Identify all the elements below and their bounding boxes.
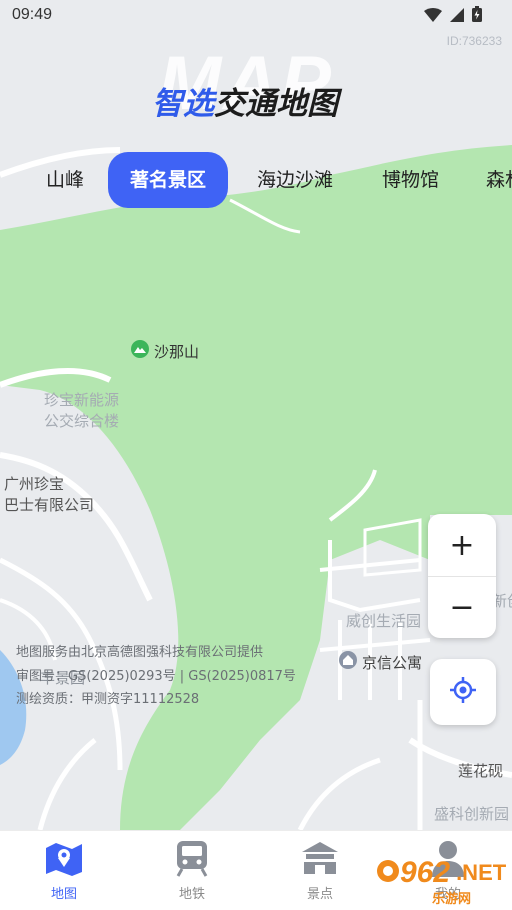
poi-apartment[interactable]: 京信公寓 (338, 650, 422, 674)
nav-label-landmark: 景点 (306, 887, 333, 902)
apartment-pin-icon (338, 650, 358, 674)
tab-mountain[interactable]: 山峰 (46, 152, 84, 208)
label-bus-station-line2: 公交综合楼 (44, 412, 120, 430)
tab-forest[interactable]: 森林 (486, 152, 512, 208)
attribution-line-1: 地图服务由北京高德图强科技有限公司提供 (16, 645, 264, 660)
status-time: 09:49 (12, 6, 53, 23)
signal-icon (450, 7, 464, 26)
watermark-962: 962 .NET 乐游网 (376, 856, 507, 907)
app-title: 智选交通地图 (152, 78, 338, 123)
app-title-accent: 智选 (152, 86, 214, 122)
label-bus-station: 珍宝新能源公交综合楼 (44, 390, 119, 432)
nav-item-landmark[interactable]: 景点 (256, 831, 384, 910)
status-bar: 09:49 (0, 0, 512, 32)
label-bus-station-line1: 珍宝新能源 (44, 391, 120, 409)
device-id-tag: ID:736233 (446, 34, 502, 48)
locate-icon (449, 676, 477, 708)
zoom-control: + − (428, 514, 496, 638)
app-title-rest: 交通地图 (214, 86, 338, 122)
watermark-num: 962 (400, 856, 451, 889)
tab-museum[interactable]: 博物馆 (382, 152, 439, 208)
wifi-icon (424, 7, 442, 26)
watermark-logo-icon (376, 859, 400, 887)
label-road: 莲花砚 (458, 762, 504, 780)
map-view[interactable]: MAP 智选交通地图 山峰 著名景区 海边沙滩 博物馆 森林 沙那山 珍宝新能源… (0, 0, 512, 830)
nav-label-map: 地图 (50, 887, 77, 902)
tab-beach[interactable]: 海边沙滩 (257, 152, 333, 208)
battery-icon (472, 6, 482, 26)
status-icons (424, 6, 482, 26)
mountain-pin-icon (130, 339, 150, 363)
attribution-line-3: 测绘资质：甲测资字11112528 (16, 692, 200, 707)
label-company-line2: 巴士有限公司 (4, 496, 95, 514)
nav-label-metro: 地铁 (178, 887, 205, 902)
attribution-line-2: 审图号：GS(2025)0293号 | GS(2025)0817号 (16, 669, 296, 684)
map-icon (44, 839, 84, 877)
poi-apartment-label: 京信公寓 (362, 653, 423, 672)
metro-icon (174, 839, 210, 877)
nav-item-map[interactable]: 地图 (0, 831, 128, 910)
poi-mountain-label: 沙那山 (154, 342, 200, 361)
tab-famous-scenic[interactable]: 著名景区 (108, 152, 229, 208)
label-community: 威创生活园 (346, 612, 422, 630)
label-company-line1: 广州珍宝 (4, 475, 65, 493)
watermark-net: .NET (456, 860, 507, 885)
poi-mountain[interactable]: 沙那山 (130, 339, 199, 363)
watermark-cn: 乐游网 (432, 892, 472, 907)
zoom-in-button[interactable]: + (428, 514, 496, 576)
nav-item-metro[interactable]: 地铁 (128, 831, 256, 910)
label-shengke: 盛科创新园 (434, 805, 510, 823)
landmark-icon (300, 839, 340, 877)
locate-button[interactable] (430, 659, 496, 725)
zoom-out-button[interactable]: − (428, 576, 496, 638)
label-company: 广州珍宝巴士有限公司 (4, 474, 94, 516)
category-tabs: 山峰 著名景区 海边沙滩 博物馆 森林 (0, 152, 512, 208)
